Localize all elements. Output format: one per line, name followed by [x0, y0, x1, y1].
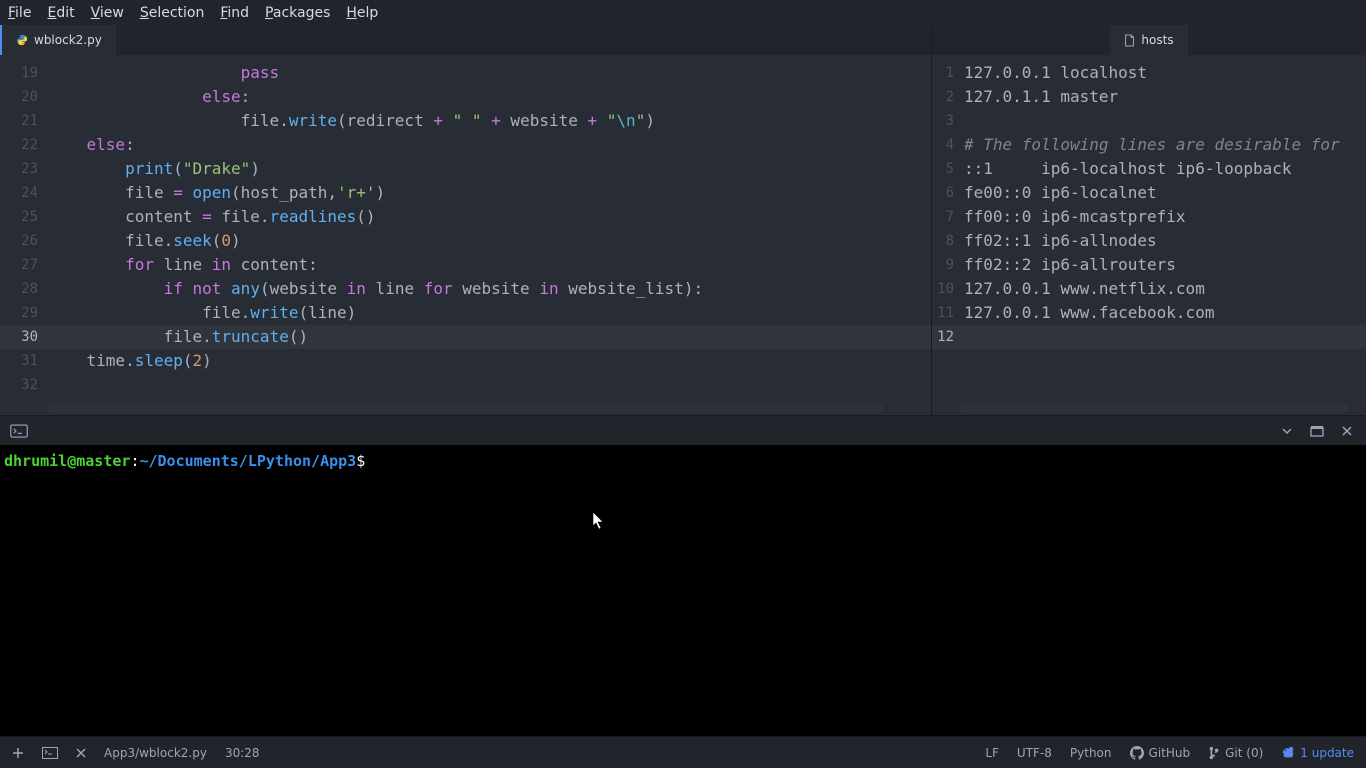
terminal-user: dhrumil@master — [4, 452, 130, 470]
sb-github[interactable]: GitHub — [1130, 746, 1191, 760]
terminal-collapse-icon[interactable] — [1276, 420, 1298, 442]
github-icon — [1130, 746, 1144, 760]
hscrollbar-left[interactable] — [48, 403, 883, 413]
file-icon — [1124, 34, 1135, 47]
tabbar-right: hosts — [932, 25, 1366, 55]
sb-terminal-icon[interactable] — [42, 747, 58, 759]
sb-new-terminal[interactable] — [12, 747, 24, 759]
gutter-left: 1920212223242526272829303132 — [0, 55, 48, 403]
tabbar-left: wblock2.py — [0, 25, 931, 55]
tab-label: hosts — [1141, 33, 1173, 47]
terminal-path: ~/Documents/LPython/App3 — [139, 452, 356, 470]
editor-right[interactable]: 123456789101112 127.0.0.1 localhost127.0… — [932, 55, 1366, 403]
git-branch-icon — [1208, 746, 1220, 760]
sb-close-icon[interactable] — [76, 748, 86, 758]
editor-left[interactable]: 1920212223242526272829303132 pass else: … — [0, 55, 931, 403]
sb-updates[interactable]: 1 update — [1281, 746, 1354, 760]
tab-hosts[interactable]: hosts — [1110, 25, 1187, 55]
menu-file[interactable]: File — [8, 5, 31, 21]
terminal-maximize-icon[interactable] — [1306, 420, 1328, 442]
sb-cursor-pos[interactable]: 30:28 — [225, 746, 260, 760]
hscrollbar-right[interactable] — [960, 403, 1348, 413]
menu-help[interactable]: Help — [346, 5, 378, 21]
pane-right: hosts 123456789101112 127.0.0.1 localhos… — [932, 25, 1366, 415]
menu-edit[interactable]: Edit — [47, 5, 74, 21]
sb-filepath[interactable]: App3/wblock2.py — [104, 746, 207, 760]
code-right[interactable]: 127.0.0.1 localhost127.0.1.1 master # Th… — [964, 55, 1366, 403]
tab-wblock2[interactable]: wblock2.py — [0, 25, 116, 55]
menu-bar: File Edit View Selection Find Packages H… — [0, 0, 1366, 25]
squirrel-icon — [1281, 746, 1295, 760]
sb-grammar[interactable]: Python — [1070, 746, 1112, 760]
menu-selection[interactable]: Selection — [140, 5, 205, 21]
pane-left: wblock2.py 1920212223242526272829303132 … — [0, 25, 932, 415]
status-bar: App3/wblock2.py 30:28 LF UTF-8 Python Gi… — [0, 736, 1366, 768]
python-file-icon — [16, 34, 28, 46]
terminal-tab-icon[interactable] — [8, 420, 30, 442]
editor-panes: wblock2.py 1920212223242526272829303132 … — [0, 25, 1366, 415]
terminal-close-icon[interactable] — [1336, 420, 1358, 442]
code-left[interactable]: pass else: file.write(redirect + " " + w… — [48, 55, 931, 403]
menu-view[interactable]: View — [91, 5, 124, 21]
sb-git[interactable]: Git (0) — [1208, 746, 1263, 760]
menu-find[interactable]: Find — [220, 5, 249, 21]
menu-packages[interactable]: Packages — [265, 5, 330, 21]
sb-encoding[interactable]: UTF-8 — [1017, 746, 1052, 760]
sb-line-ending[interactable]: LF — [985, 746, 999, 760]
terminal[interactable]: dhrumil@master:~/Documents/LPython/App3$ — [0, 445, 1366, 736]
gutter-right: 123456789101112 — [932, 55, 964, 403]
terminal-toolbar — [0, 415, 1366, 445]
tab-label: wblock2.py — [34, 33, 102, 47]
